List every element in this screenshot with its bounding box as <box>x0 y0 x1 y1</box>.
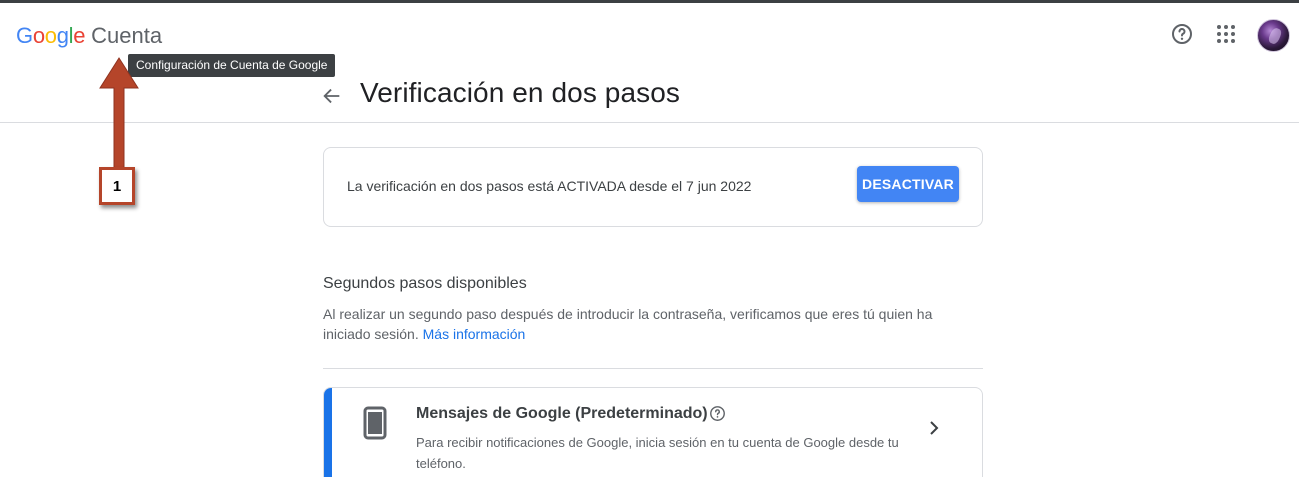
back-button[interactable] <box>318 82 346 110</box>
apps-button[interactable] <box>1212 20 1240 48</box>
deactivate-button[interactable]: DESACTIVAR <box>857 166 959 202</box>
option-accent-bar <box>324 388 332 477</box>
google-account-logo[interactable]: Google Cuenta <box>16 21 162 51</box>
annotation-arrow <box>99 57 139 170</box>
two-step-status-card: La verificación en dos pasos está ACTIVA… <box>323 147 983 227</box>
annotation-number-box: 1 <box>99 167 135 205</box>
account-avatar[interactable] <box>1257 19 1290 52</box>
logo-tooltip: Configuración de Cuenta de Google <box>128 54 336 77</box>
google-wordmark: Google <box>16 23 86 48</box>
help-icon <box>1172 24 1192 44</box>
section-description: Al realizar un segundo paso después de i… <box>323 304 963 344</box>
page-title: Verificación en dos pasos <box>360 77 681 108</box>
product-name: Cuenta <box>91 23 163 48</box>
option-help-icon[interactable] <box>709 405 726 422</box>
apps-grid-icon <box>1217 25 1235 43</box>
option-description: Para recibir notificaciones de Google, i… <box>416 435 899 471</box>
status-text: La verificación en dos pasos está ACTIVA… <box>347 178 752 194</box>
chevron-right-icon <box>930 421 939 435</box>
window-top-border <box>0 0 1299 3</box>
arrow-back-icon <box>323 88 340 104</box>
section-title: Segundos pasos disponibles <box>323 275 527 292</box>
section-divider <box>323 368 983 369</box>
phone-icon <box>363 406 387 440</box>
section-description-text: Al realizar un segundo paso después de i… <box>323 306 933 342</box>
help-button[interactable] <box>1168 20 1196 48</box>
option-title: Mensajes de Google (Predeterminado) <box>416 405 708 422</box>
more-info-link[interactable]: Más información <box>423 326 526 342</box>
google-prompts-option[interactable]: Mensajes de Google (Predeterminado) Para… <box>323 387 983 477</box>
header-divider <box>0 122 1299 123</box>
